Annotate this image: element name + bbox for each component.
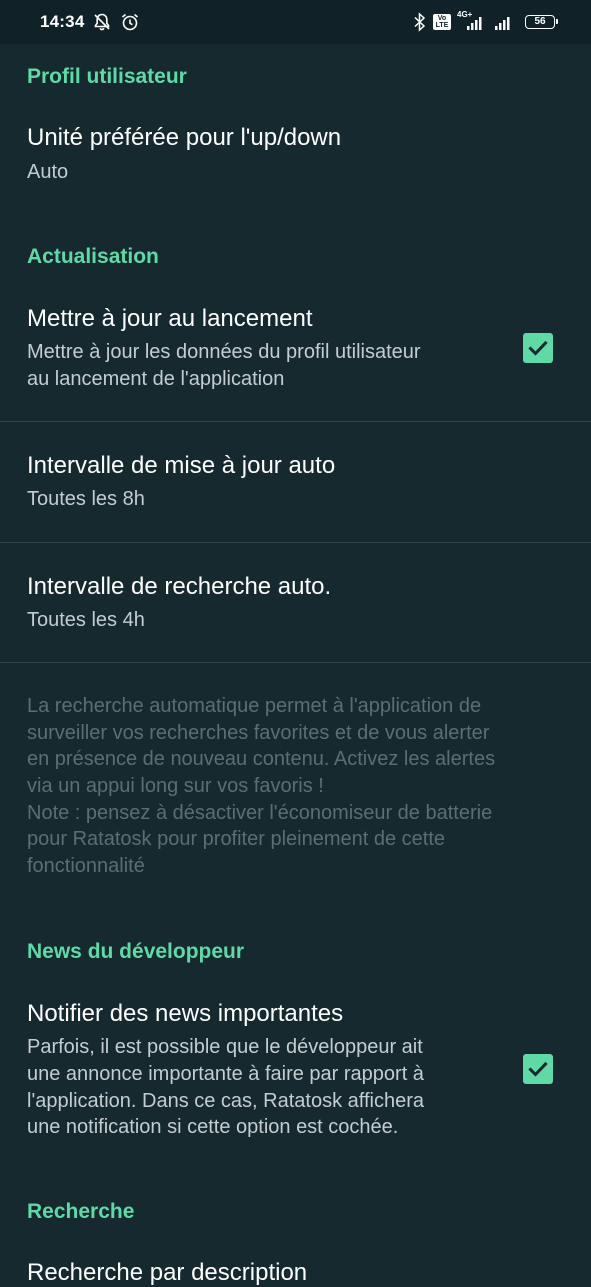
pref-auto-update-interval-title: Intervalle de mise à jour auto (27, 452, 336, 479)
bluetooth-icon (413, 12, 427, 32)
pref-notify-news-summary-2: une annonce importante à faire par rappo… (27, 1063, 424, 1085)
pref-notify-news-summary-3: l'application. Dans ce cas, Ratatosk aff… (27, 1090, 424, 1112)
alarm-icon (120, 12, 140, 32)
status-bar: 14:34 Vo LTE 4G+ 56 (0, 0, 591, 44)
section-header-refresh: Actualisation (27, 245, 159, 268)
status-time: 14:34 (40, 12, 85, 31)
pref-auto-search-interval[interactable] (0, 543, 591, 663)
battery-icon: 56 (525, 15, 558, 29)
note-line: en présence de nouveau contenu. Activez … (27, 748, 496, 770)
update-on-launch-checkbox[interactable] (523, 333, 553, 363)
note-line: via un appui long sur vos favoris ! (27, 775, 324, 797)
check-icon (528, 340, 548, 356)
note-line: surveiller vos recherches favorites et d… (27, 722, 490, 744)
signal-icon: 4G+ (457, 10, 487, 32)
notifications-off-icon (92, 12, 112, 32)
status-right: Vo LTE 4G+ 56 (413, 10, 558, 32)
pref-unit-updown-title: Unité préférée pour l'up/down (27, 124, 342, 151)
pref-auto-update-interval[interactable] (0, 422, 591, 542)
status-left: 14:34 (40, 12, 140, 32)
check-icon (528, 1061, 548, 1077)
pref-auto-update-interval-summary: Toutes les 8h (27, 488, 145, 510)
note-line: La recherche automatique permet à l'appl… (27, 695, 482, 717)
section-header-dev-news: News du développeur (27, 940, 245, 963)
pref-update-on-launch-summary-1: Mettre à jour les données du profil util… (27, 341, 421, 363)
pref-auto-search-interval-title: Intervalle de recherche auto. (27, 573, 332, 600)
volte-bottom-label: LTE (435, 22, 449, 29)
signal-icon (493, 12, 515, 32)
pref-unit-updown-summary: Auto (27, 161, 69, 183)
note-line: fonctionnalité (27, 855, 145, 877)
section-header-search: Recherche (27, 1200, 135, 1223)
note-line: pour Ratatosk pour profiter pleinement d… (27, 828, 446, 850)
pref-search-by-description-title: Recherche par description (27, 1259, 308, 1286)
section-header-profile: Profil utilisateur (27, 65, 187, 88)
volte-icon: Vo LTE (433, 14, 451, 30)
note-line: Note : pensez à désactiver l'économiseur… (27, 802, 493, 824)
volte-top-label: Vo (437, 15, 447, 22)
pref-notify-news-summary-4: une notification si cette option est coc… (27, 1116, 399, 1138)
notify-news-checkbox[interactable] (523, 1054, 553, 1084)
pref-update-on-launch-title: Mettre à jour au lancement (27, 305, 313, 332)
pref-notify-news-summary-1: Parfois, il est possible que le développ… (27, 1036, 423, 1058)
pref-notify-news-title: Notifier des news importantes (27, 1000, 344, 1027)
battery-level: 56 (534, 16, 546, 27)
divider (0, 662, 591, 663)
pref-update-on-launch-summary-2: au lancement de l'application (27, 368, 285, 390)
pref-auto-search-interval-summary: Toutes les 4h (27, 609, 145, 631)
